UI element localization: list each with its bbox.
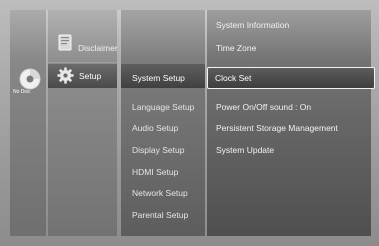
power-sound-value: : On [295, 102, 312, 112]
menu-divider [48, 62, 117, 63]
document-icon [58, 34, 72, 51]
status-column [10, 10, 46, 236]
disc-icon [19, 68, 41, 90]
system-item-clock-set[interactable]: Clock Set [215, 73, 251, 83]
setup-menu-item-parental[interactable]: Parental Setup [132, 210, 188, 220]
main-menu-label-disclaimer: Disclaimer [78, 43, 118, 53]
system-item-information[interactable]: System Information [216, 20, 289, 30]
setup-menu-item-audio[interactable]: Audio Setup [132, 123, 178, 133]
setup-screen: No Disc Disclaimer Setup System Setup La… [0, 0, 379, 246]
setup-menu-item-display[interactable]: Display Setup [132, 145, 184, 155]
system-item-system-update[interactable]: System Update [216, 145, 274, 155]
system-item-persistent-storage[interactable]: Persistent Storage Management [216, 123, 338, 133]
setup-menu-item-hdmi[interactable]: HDMI Setup [132, 167, 178, 177]
system-item-time-zone[interactable]: Time Zone [216, 43, 256, 53]
setup-menu-item-system[interactable]: System Setup [132, 73, 185, 83]
setup-menu-item-language[interactable]: Language Setup [132, 102, 194, 112]
setup-menu-item-network[interactable]: Network Setup [132, 188, 188, 198]
system-item-power-sound[interactable]: Power On/Off sound [216, 102, 293, 112]
no-disc-label: No Disc [13, 89, 31, 95]
gear-icon [57, 67, 74, 84]
main-menu-label-setup: Setup [79, 71, 102, 81]
